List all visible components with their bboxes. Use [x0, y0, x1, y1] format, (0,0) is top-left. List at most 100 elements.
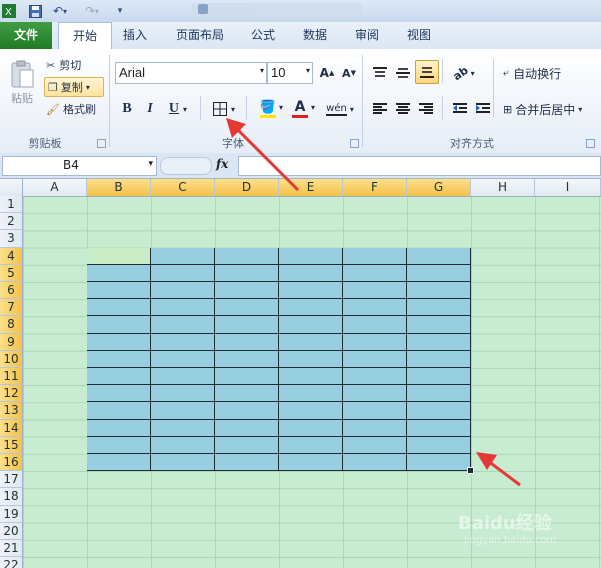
- table-cell[interactable]: [407, 247, 471, 265]
- table-cell[interactable]: [343, 367, 407, 386]
- table-cell[interactable]: [407, 402, 471, 420]
- font-size-dropdown-icon[interactable]: ▾: [306, 66, 310, 75]
- table-cell[interactable]: [407, 419, 471, 437]
- row-header-10[interactable]: 10: [0, 350, 23, 368]
- table-cell[interactable]: [343, 299, 407, 317]
- table-cell[interactable]: [87, 316, 151, 334]
- name-box[interactable]: B4 ▾: [2, 156, 157, 176]
- row-header-14[interactable]: 14: [0, 419, 23, 437]
- table-cell[interactable]: [87, 333, 151, 351]
- table-cell[interactable]: [343, 419, 407, 437]
- table-cell[interactable]: [151, 419, 215, 437]
- table-cell[interactable]: [343, 350, 407, 368]
- table-cell[interactable]: [215, 299, 279, 317]
- borders-dropdown-icon[interactable]: ▾: [231, 105, 235, 114]
- table-cell[interactable]: [215, 350, 279, 368]
- table-cell[interactable]: [279, 436, 343, 454]
- table-cell[interactable]: [343, 333, 407, 351]
- align-left-icon[interactable]: [369, 98, 391, 120]
- table-cell[interactable]: [87, 419, 151, 437]
- font-size-field[interactable]: 10 ▾: [267, 62, 313, 84]
- table-cell[interactable]: [343, 281, 407, 300]
- underline-dropdown-icon[interactable]: ▾: [183, 105, 187, 114]
- tab-home[interactable]: 开始: [58, 22, 112, 50]
- worksheet-grid[interactable]: A B C D E F G H I 1 2 3 4 5 6 7 8 9 10 11 12 13 14 15 1…: [0, 179, 601, 568]
- align-center-icon[interactable]: [392, 98, 414, 120]
- table-cell[interactable]: [151, 333, 215, 351]
- table-cell[interactable]: [87, 299, 151, 317]
- table-cell[interactable]: [151, 281, 215, 300]
- table-cell[interactable]: [279, 385, 343, 403]
- selected-range-b4-g16[interactable]: [87, 247, 474, 475]
- table-cell[interactable]: [215, 247, 279, 265]
- table-cell[interactable]: [215, 402, 279, 420]
- table-cell[interactable]: [87, 453, 151, 472]
- formula-bar-splitter[interactable]: [160, 157, 212, 175]
- font-name-dropdown-icon[interactable]: ▾: [260, 66, 264, 75]
- table-cell[interactable]: [87, 385, 151, 403]
- table-cell[interactable]: [151, 367, 215, 386]
- row-header-3[interactable]: 3: [0, 230, 23, 248]
- select-all-corner[interactable]: [0, 179, 23, 196]
- row-header-16[interactable]: 16: [0, 454, 23, 472]
- column-header-E[interactable]: E: [279, 179, 343, 196]
- phonetic-dropdown-icon[interactable]: ▾: [350, 105, 354, 114]
- row-header-12[interactable]: 12: [0, 385, 23, 403]
- row-header-22[interactable]: 22: [0, 557, 23, 568]
- row-header-1[interactable]: 1: [0, 196, 23, 214]
- orientation-button[interactable]: ab ▾: [448, 62, 480, 84]
- table-cell[interactable]: [279, 453, 343, 472]
- cut-button[interactable]: ✂ 剪切: [45, 55, 97, 75]
- tab-file[interactable]: 文件: [0, 22, 52, 49]
- table-cell[interactable]: [407, 281, 471, 300]
- underline-button[interactable]: U ▾: [162, 98, 194, 120]
- table-cell[interactable]: [151, 316, 215, 334]
- column-header-F[interactable]: F: [343, 179, 407, 196]
- tab-formulas[interactable]: 公式: [244, 22, 282, 49]
- table-cell[interactable]: [151, 402, 215, 420]
- table-cell[interactable]: [279, 247, 343, 265]
- table-cell[interactable]: [87, 402, 151, 420]
- active-cell-b4[interactable]: [87, 247, 151, 265]
- tab-insert[interactable]: 插入: [115, 22, 155, 49]
- bold-button[interactable]: B: [116, 98, 138, 120]
- name-box-dropdown-icon[interactable]: ▾: [148, 159, 153, 169]
- clipboard-launcher-icon[interactable]: [97, 139, 106, 148]
- table-cell[interactable]: [151, 264, 215, 282]
- row-header-18[interactable]: 18: [0, 488, 23, 506]
- orientation-dropdown-icon[interactable]: ▾: [471, 69, 475, 78]
- format-painter-button[interactable]: 🖌 格式刷: [45, 99, 107, 119]
- tab-page-layout[interactable]: 页面布局: [168, 22, 232, 49]
- fill-handle[interactable]: [467, 467, 474, 475]
- merge-center-dropdown-icon[interactable]: ▾: [578, 105, 582, 114]
- table-cell[interactable]: [279, 316, 343, 334]
- table-cell[interactable]: [87, 264, 151, 282]
- save-icon[interactable]: [27, 3, 43, 19]
- table-cell[interactable]: [279, 281, 343, 300]
- table-cell[interactable]: [151, 299, 215, 317]
- copy-dropdown-icon[interactable]: ▾: [86, 83, 90, 92]
- table-cell[interactable]: [407, 436, 471, 454]
- row-header-13[interactable]: 13: [0, 402, 23, 420]
- table-cell[interactable]: [215, 436, 279, 454]
- tab-review[interactable]: 审阅: [348, 22, 386, 49]
- table-cell[interactable]: [407, 316, 471, 334]
- column-header-I[interactable]: I: [535, 179, 601, 196]
- shrink-font-icon[interactable]: A ▼: [338, 62, 360, 84]
- table-cell[interactable]: [151, 436, 215, 454]
- table-cell[interactable]: [343, 264, 407, 282]
- tab-data[interactable]: 数据: [296, 22, 334, 49]
- table-cell[interactable]: [87, 436, 151, 454]
- table-cell[interactable]: [343, 453, 407, 472]
- row-header-5[interactable]: 5: [0, 264, 23, 282]
- row-header-17[interactable]: 17: [0, 471, 23, 489]
- table-cell[interactable]: [215, 419, 279, 437]
- table-cell[interactable]: [407, 333, 471, 351]
- paste-button[interactable]: 粘贴: [4, 53, 40, 113]
- row-header-21[interactable]: 21: [0, 540, 23, 558]
- table-cell[interactable]: [215, 264, 279, 282]
- table-cell[interactable]: [279, 367, 343, 386]
- table-cell[interactable]: [407, 453, 471, 472]
- table-cell[interactable]: [343, 247, 407, 265]
- row-header-15[interactable]: 15: [0, 436, 23, 454]
